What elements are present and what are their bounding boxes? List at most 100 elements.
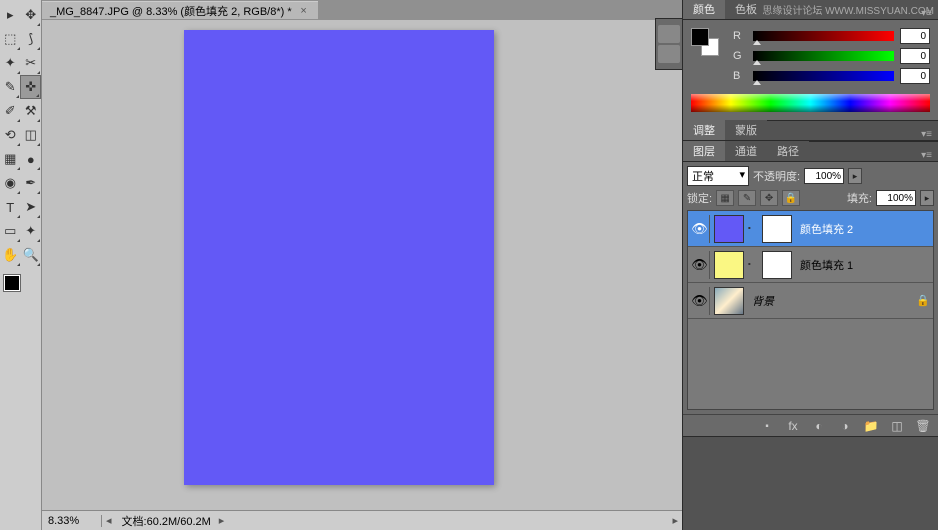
opacity-input[interactable] [804, 168, 844, 184]
b-value[interactable] [900, 68, 930, 84]
history-brush-tool[interactable]: ⟲ [0, 123, 21, 147]
lock-pixels-icon[interactable]: ✎ [738, 190, 756, 206]
expand-icon[interactable]: ▸ [0, 3, 21, 27]
tab-layers[interactable]: 图层 [683, 141, 725, 161]
adjustments-panel: 调整 蒙版 ▾≡ [683, 121, 938, 142]
tab-channels[interactable]: 通道 [725, 141, 767, 161]
layer-mask-thumbnail[interactable] [762, 215, 792, 243]
rectangle-tool[interactable]: ▭ [0, 219, 21, 243]
chevron-right-icon[interactable]: ▸ [215, 514, 229, 527]
panel-menu-icon[interactable]: ▾≡ [915, 129, 938, 140]
tab-paths[interactable]: 路径 [767, 141, 809, 161]
collapsed-panel-icon[interactable] [658, 25, 680, 43]
collapsed-panel-dock [655, 18, 683, 70]
g-value[interactable] [900, 48, 930, 64]
g-slider[interactable] [753, 51, 894, 61]
lock-transparency-icon[interactable]: ▦ [716, 190, 734, 206]
dodge-tool[interactable]: ◉ [0, 171, 21, 195]
layer-thumbnail[interactable] [714, 251, 744, 279]
eyedropper-tool[interactable]: ✎ [0, 75, 20, 99]
zoom-tool[interactable]: 🔍 [21, 243, 42, 267]
stamp-tool[interactable]: ⚒ [21, 99, 42, 123]
pen-tool[interactable]: ✒ [21, 171, 42, 195]
3d-tool[interactable]: ✦ [21, 219, 42, 243]
foreground-color[interactable] [691, 28, 709, 46]
delete-layer-icon[interactable]: 🗑 [914, 419, 932, 433]
document-tab[interactable]: _MG_8847.JPG @ 8.33% (颜色填充 2, RGB/8*) * … [42, 1, 318, 19]
adjustment-layer-icon[interactable]: ◑ [836, 419, 854, 433]
collapsed-panel-icon[interactable] [658, 45, 680, 63]
r-slider[interactable] [753, 31, 894, 41]
add-mask-icon[interactable]: ◐ [810, 419, 828, 433]
lock-icon: 🔒 [915, 294, 931, 307]
gradient-tool[interactable]: ▦ [0, 147, 21, 171]
lock-position-icon[interactable]: ✥ [760, 190, 778, 206]
watermark: 思缘设计论坛 WWW.MISSYUAN.COM [762, 2, 934, 17]
new-layer-icon[interactable]: ◫ [888, 419, 906, 433]
nav-prev-icon[interactable]: ◂ [102, 514, 116, 527]
doc-info: 文档:60.2M/60.2M ▸ [116, 513, 235, 529]
crop-tool[interactable]: ✂ [21, 51, 42, 75]
b-slider[interactable] [753, 71, 894, 81]
tab-swatches[interactable]: 色板 [725, 0, 767, 19]
color-swatch-tool[interactable] [0, 271, 41, 295]
tab-color[interactable]: 颜色 [683, 0, 725, 19]
fill-input[interactable] [876, 190, 916, 206]
lock-all-icon[interactable]: 🔒 [782, 190, 800, 206]
doc-size-label: 文档:60.2M/60.2M [122, 513, 211, 529]
close-icon[interactable]: × [298, 5, 310, 17]
link-icon[interactable]: ⬝ [748, 259, 758, 270]
tab-masks[interactable]: 蒙版 [725, 120, 767, 140]
zoom-field[interactable]: 8.33% [42, 515, 102, 527]
r-value[interactable] [900, 28, 930, 44]
visibility-icon[interactable]: 👁 [690, 251, 710, 279]
healing-tool[interactable]: ✜ [20, 75, 41, 99]
layer-item[interactable]: 👁 ⬝ 颜色填充 1 [688, 247, 933, 283]
eraser-tool[interactable]: ◫ [21, 123, 42, 147]
group-icon[interactable]: 📁 [862, 419, 880, 433]
panel-menu-icon[interactable]: ▾≡ [915, 150, 938, 161]
b-label: B [733, 70, 747, 82]
visibility-icon[interactable]: 👁 [690, 215, 710, 243]
nav-next-icon[interactable]: ▸ [668, 514, 682, 527]
canvas[interactable] [184, 30, 494, 485]
right-panels: 颜色 色板 ▾≡ R G [682, 0, 938, 530]
fill-flyout-icon[interactable]: ▸ [920, 190, 934, 206]
layer-fx-icon[interactable]: fx [784, 419, 802, 433]
wand-tool[interactable]: ✦ [0, 51, 21, 75]
tab-adjustments[interactable]: 调整 [683, 120, 725, 140]
lock-label: 锁定: [687, 190, 712, 206]
layer-thumbnail[interactable] [714, 215, 744, 243]
visibility-icon[interactable]: 👁 [690, 287, 710, 315]
foreground-swatch[interactable] [4, 275, 20, 291]
color-panel: 颜色 色板 ▾≡ R G [683, 0, 938, 121]
move-tool[interactable]: ✥ [21, 3, 42, 27]
link-icon[interactable]: ⬝ [748, 223, 758, 234]
marquee-tool[interactable]: ⬚ [0, 27, 21, 51]
layer-item[interactable]: 👁 背景 🔒 [688, 283, 933, 319]
link-layers-icon[interactable]: ⬝ [758, 418, 776, 433]
layer-mask-thumbnail[interactable] [762, 251, 792, 279]
opacity-flyout-icon[interactable]: ▸ [848, 168, 862, 184]
canvas-area[interactable] [42, 20, 682, 510]
blur-tool[interactable]: ● [21, 147, 42, 171]
fill-label: 填充: [847, 190, 872, 206]
layer-name[interactable]: 颜色填充 1 [796, 257, 931, 273]
layer-item[interactable]: 👁 ⬝ 颜色填充 2 [688, 211, 933, 247]
layer-name[interactable]: 颜色填充 2 [796, 221, 931, 237]
fg-bg-swatches[interactable] [691, 28, 719, 56]
hand-tool[interactable]: ✋ [0, 243, 21, 267]
path-select-tool[interactable]: ➤ [21, 195, 42, 219]
layers-panel: 图层 通道 路径 ▾≡ 正常 ▾ 不透明度: ▸ 锁定: ▦ ✎ ✥ 🔒 填充:… [683, 142, 938, 437]
type-tool[interactable]: T [0, 195, 21, 219]
opacity-label: 不透明度: [753, 168, 800, 184]
blend-mode-select[interactable]: 正常 ▾ [687, 166, 749, 186]
lasso-tool[interactable]: ⟆ [21, 27, 42, 51]
document-tabs: _MG_8847.JPG @ 8.33% (颜色填充 2, RGB/8*) * … [42, 0, 682, 20]
brush-tool[interactable]: ✐ [0, 99, 21, 123]
layer-name[interactable]: 背景 [748, 293, 911, 309]
status-bar: 8.33% ◂ 文档:60.2M/60.2M ▸ ▸ [42, 510, 682, 530]
layer-thumbnail[interactable] [714, 287, 744, 315]
spectrum-picker[interactable] [691, 94, 930, 112]
document-tab-label: _MG_8847.JPG @ 8.33% (颜色填充 2, RGB/8*) * [50, 3, 292, 19]
